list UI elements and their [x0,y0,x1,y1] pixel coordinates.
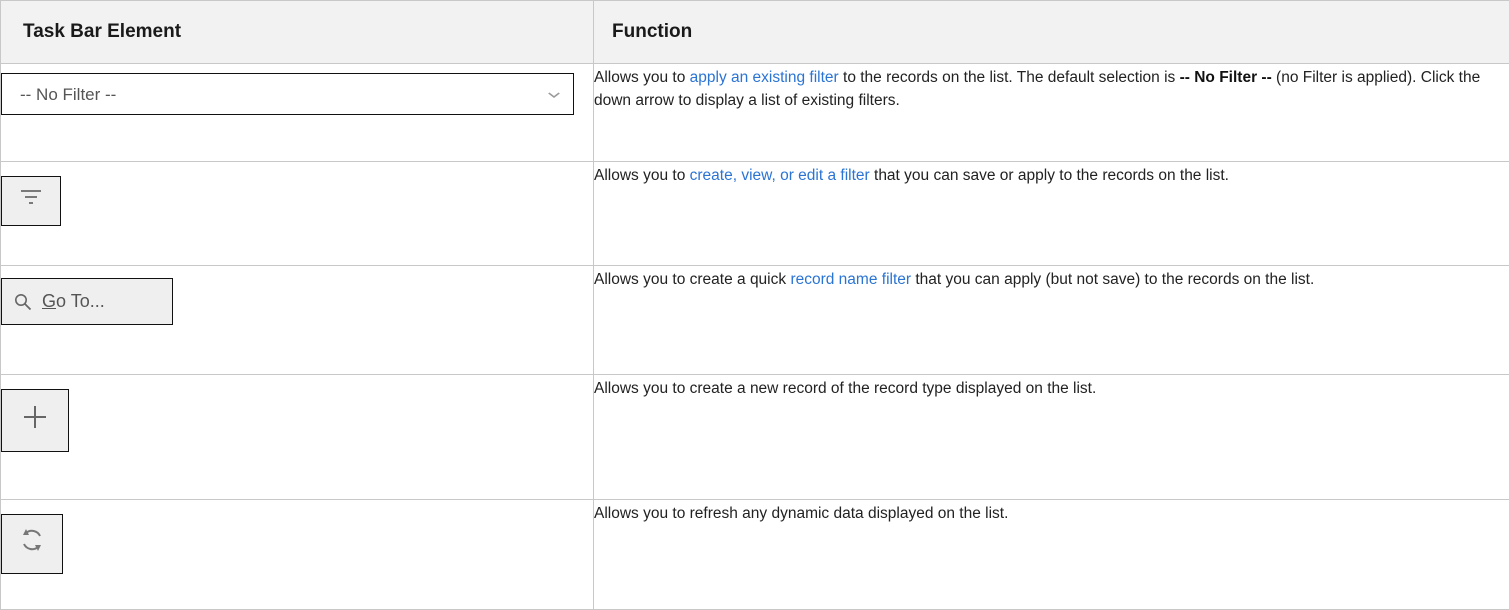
function-text: Allows you to refresh any dynamic data d… [594,504,1009,522]
header-task-bar-element: Task Bar Element [0,0,594,64]
create-view-edit-filter-link[interactable]: create, view, or edit a filter [690,167,870,184]
element-cell [0,373,594,500]
table-header-row: Task Bar Element Function [0,0,1509,64]
function-text: Allows you to create a new record of the… [594,379,1097,397]
element-cell [0,498,594,610]
filter-select-value: -- No Filter -- [20,84,117,104]
table-row: Go To... Allows you to create a quick re… [0,265,1509,375]
function-cell: Allows you to create, view, or edit a fi… [593,160,1509,267]
add-record-button[interactable] [1,388,69,452]
task-bar-table: Task Bar Element Function -- No Filter -… [0,0,1509,610]
function-text: that you can apply (but not save) to the… [911,271,1315,289]
go-to-label-rest: o To... [56,291,105,312]
function-text: to the records on the list. The default … [838,69,1180,86]
record-name-filter-link[interactable]: record name filter [790,271,911,288]
function-cell: Allows you to create a quick record name… [593,265,1509,375]
element-cell: Go To... [0,265,594,375]
go-to-label: Go To... [42,290,105,313]
filter-icon [20,188,42,213]
element-cell [0,160,594,267]
function-text: Allows you to [594,69,690,86]
function-text: Allows you to create a quick [594,271,791,289]
table-row: Allows you to create a new record of the… [0,373,1509,500]
default-selection-text: -- No Filter -- [1179,69,1272,86]
table-row: -- No Filter -- Allows you to apply an e… [0,63,1509,162]
function-cell: Allows you to refresh any dynamic data d… [593,498,1509,610]
filter-select[interactable]: -- No Filter -- [1,73,574,115]
go-to-accesskey: G [42,291,57,312]
element-cell: -- No Filter -- [0,63,594,162]
function-cell: Allows you to create a new record of the… [593,373,1509,500]
plus-icon [22,404,48,437]
function-text: that you can save or apply to the record… [869,166,1229,184]
chevron-down-icon [548,83,561,106]
table-row: Allows you to refresh any dynamic data d… [0,498,1509,610]
header-function: Function [593,0,1509,64]
filter-button[interactable] [1,175,61,226]
function-text: Allows you to [594,166,690,184]
refresh-button[interactable] [1,513,63,574]
search-icon [14,293,32,311]
function-cell: Allows you to apply an existing filter t… [593,63,1509,162]
go-to-button[interactable]: Go To... [1,278,173,326]
apply-existing-filter-link[interactable]: apply an existing filter [690,69,839,86]
refresh-icon [20,526,44,561]
table-row: Allows you to create, view, or edit a fi… [0,160,1509,267]
